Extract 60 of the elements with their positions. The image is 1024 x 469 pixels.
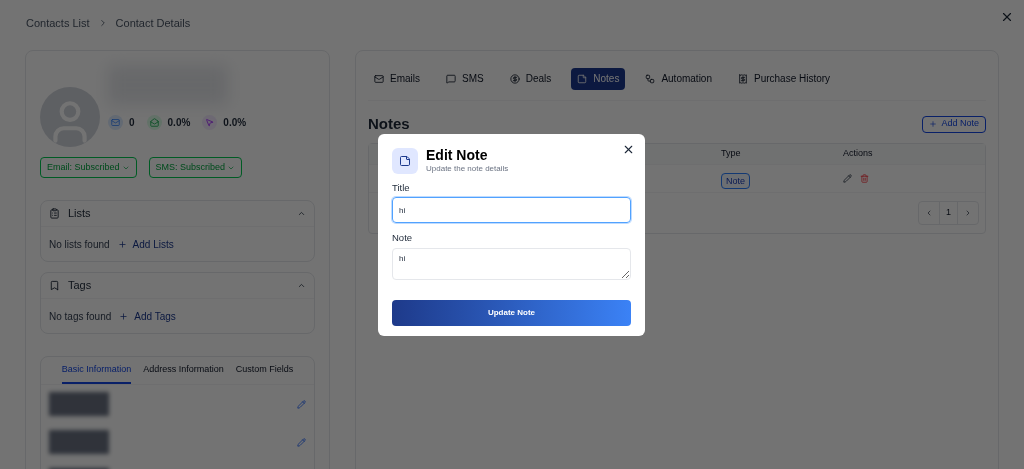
next-page-icon[interactable] [964, 208, 972, 217]
tab[interactable]: Emails [368, 67, 426, 90]
stat-value: 0 [129, 116, 135, 130]
deals-tab-icon [509, 73, 520, 84]
bookmark-icon [49, 280, 60, 291]
previous-page-icon[interactable] [925, 208, 933, 217]
close-icon[interactable] [1000, 10, 1014, 24]
automation-tab-icon [645, 73, 656, 84]
chevron-up-icon[interactable] [297, 281, 306, 290]
note-icon [392, 148, 418, 174]
notes-tab-icon [577, 73, 588, 84]
blurred-block [49, 392, 109, 416]
add-note-button[interactable]: Add Note [922, 115, 986, 133]
sms-tab-icon [446, 73, 456, 84]
delete-icon[interactable] [860, 174, 869, 183]
update-note-button[interactable]: Update Note [392, 299, 631, 326]
stat-value: 0.0% [167, 116, 191, 130]
field-label: Title [392, 181, 411, 195]
stat-value: 0.0% [223, 116, 247, 130]
section-title: Lists [68, 206, 91, 222]
pointer-icon [202, 115, 218, 130]
pencil-icon[interactable] [297, 399, 306, 409]
add-button[interactable]: Add Tags [119, 308, 176, 324]
info-tab[interactable]: Address Information [143, 362, 224, 384]
chevron-up-icon[interactable] [297, 209, 306, 218]
close-button[interactable] [622, 143, 635, 156]
mail-icon [108, 115, 123, 130]
tab[interactable]: Deals [503, 67, 558, 90]
empty-text: No tags found [49, 309, 112, 324]
clipboard-icon [49, 208, 60, 219]
plus-icon [119, 311, 129, 321]
tab[interactable]: SMS [440, 67, 490, 90]
tab[interactable]: Automation [639, 67, 718, 90]
email-tab-icon [374, 73, 384, 84]
column-header: Type [721, 147, 742, 161]
breadcrumb-link[interactable]: Contacts List [26, 14, 90, 32]
pencil-icon[interactable] [297, 437, 306, 447]
dialog-title: Edit Note [426, 147, 489, 163]
open-mail-icon [146, 115, 162, 130]
tab[interactable]: Notes [571, 67, 626, 90]
note-textarea[interactable]: hi [392, 247, 631, 280]
type-tag: Note [721, 172, 750, 189]
section-heading: Notes [368, 113, 410, 134]
empty-text: No lists found [49, 237, 110, 252]
plus-icon [117, 239, 127, 249]
section-title: Tags [68, 278, 92, 294]
blurred-block [49, 430, 109, 454]
info-tab[interactable]: Basic Information [61, 362, 132, 384]
plus-icon [929, 120, 938, 128]
add-button[interactable]: Add Lists [117, 236, 174, 252]
info-tab[interactable]: Custom Fields [235, 362, 294, 384]
column-header: Actions [843, 147, 874, 161]
purchase-tab-icon [738, 73, 748, 84]
dialog-subtitle: Update the note details [426, 163, 509, 175]
subscription-dropdown[interactable]: Email: Subscribed [40, 157, 137, 178]
pencil-icon[interactable] [843, 174, 852, 183]
field-label: Note [392, 231, 414, 246]
title-input[interactable]: hi [392, 197, 631, 224]
subscription-dropdown[interactable]: SMS: Subscribed [148, 157, 243, 178]
tab[interactable]: Purchase History [732, 67, 837, 90]
